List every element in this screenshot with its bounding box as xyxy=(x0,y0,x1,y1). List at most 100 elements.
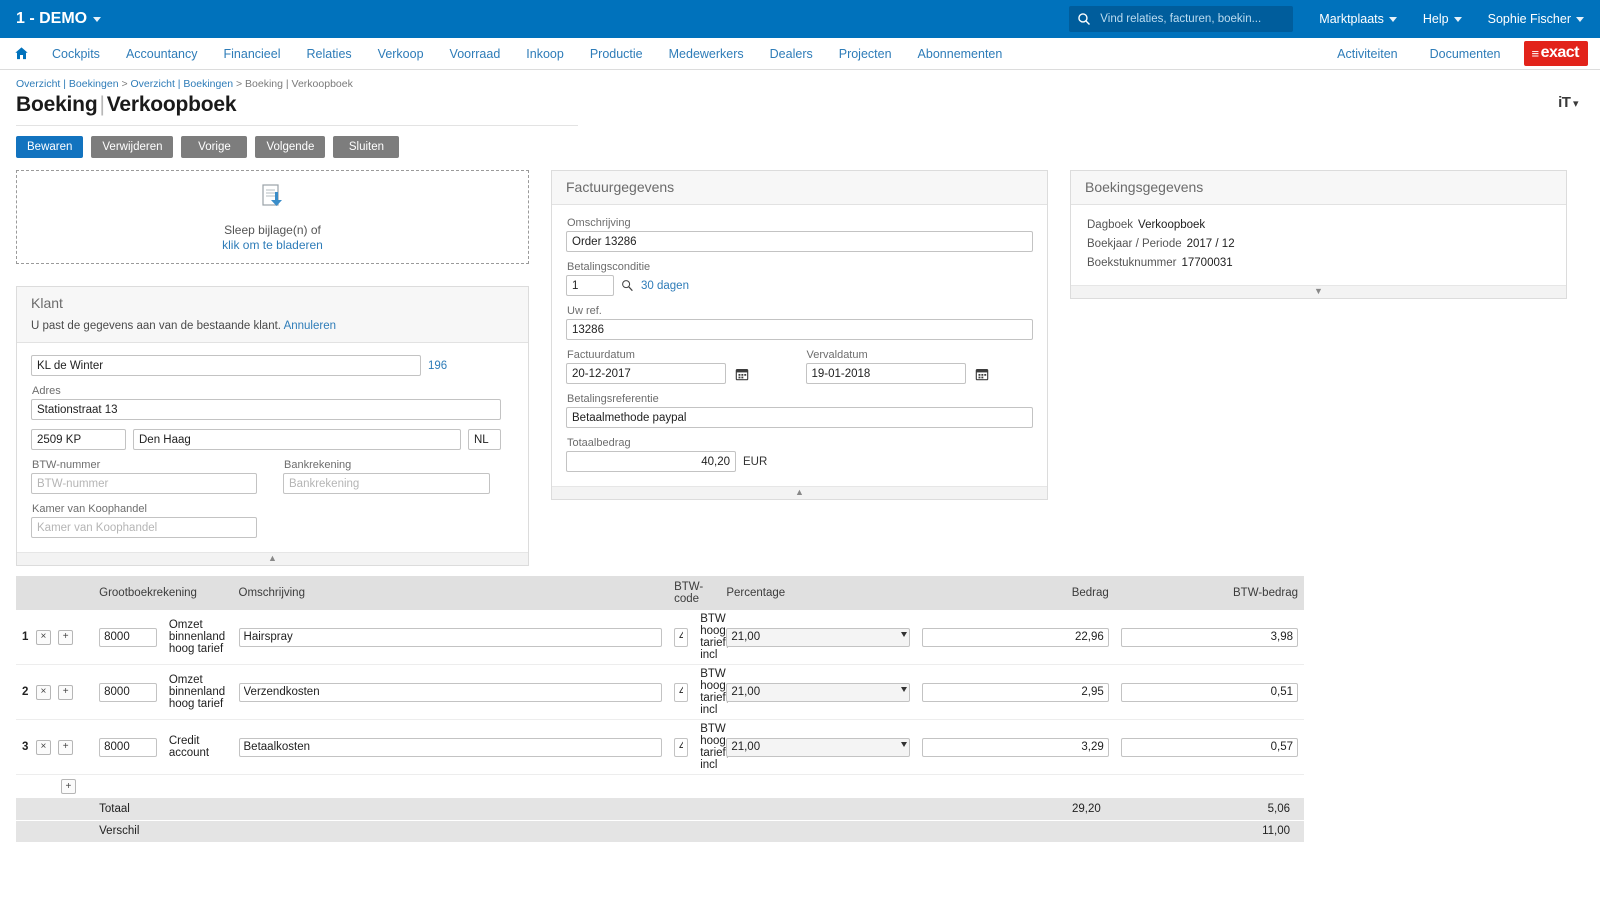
nav-item-documenten[interactable]: Documenten xyxy=(1414,38,1517,70)
totaalbedrag-input[interactable] xyxy=(566,451,736,472)
adres-input[interactable] xyxy=(31,399,501,420)
cell-grootboekrekening xyxy=(93,665,163,720)
nav-item-verkoop[interactable]: Verkoop xyxy=(365,38,437,70)
klant-account-number-link[interactable]: 196 xyxy=(428,360,447,372)
btw-code-input[interactable] xyxy=(674,738,688,757)
calendar-icon[interactable] xyxy=(973,367,989,381)
main-navigation-right: Activiteiten Documenten ≡ exact xyxy=(1321,38,1588,70)
uw-ref-input[interactable] xyxy=(566,319,1033,340)
add-row-row: + xyxy=(16,775,1304,799)
add-row-icon[interactable]: + xyxy=(58,740,73,755)
postcode-input[interactable] xyxy=(31,429,126,450)
vervaldatum-group: Vervaldatum xyxy=(806,349,1034,384)
factuurdatum-input[interactable] xyxy=(566,363,726,384)
global-search[interactable] xyxy=(1069,6,1293,32)
nav-item-dealers[interactable]: Dealers xyxy=(757,38,826,70)
cell-grootboekrekening xyxy=(93,720,163,775)
nav-item-relaties[interactable]: Relaties xyxy=(294,38,365,70)
exact-logo[interactable]: ≡ exact xyxy=(1524,41,1588,66)
nav-item-voorraad[interactable]: Voorraad xyxy=(437,38,514,70)
vervaldatum-row xyxy=(806,363,1034,384)
cell-omschrijving xyxy=(233,665,669,720)
breadcrumb-item-2[interactable]: Overzicht | Boekingen xyxy=(131,78,234,90)
betalingsreferentie-input[interactable] xyxy=(566,407,1033,428)
btw-bedrag-input[interactable] xyxy=(1121,628,1298,647)
cell-btw-bedrag xyxy=(1115,720,1304,775)
city-input[interactable] xyxy=(133,429,461,450)
bedrag-input[interactable] xyxy=(922,683,1109,702)
omschrijving-input[interactable] xyxy=(239,738,663,757)
factuurgegevens-panel-collapse-toggle[interactable]: ▲ xyxy=(552,486,1047,499)
nav-item-activiteiten[interactable]: Activiteiten xyxy=(1321,38,1413,70)
btw-code-input[interactable] xyxy=(674,628,688,647)
betalingsconditie-link[interactable]: 30 dagen xyxy=(641,280,689,292)
row-actions: × + xyxy=(36,610,93,665)
btw-nummer-input[interactable] xyxy=(31,473,257,494)
remove-row-icon[interactable]: × xyxy=(36,740,51,755)
user-menu[interactable]: Sophie Fischer xyxy=(1488,12,1584,26)
nav-item-financieel[interactable]: Financieel xyxy=(211,38,294,70)
country-input[interactable] xyxy=(468,429,501,450)
omschrijving-input[interactable] xyxy=(239,628,663,647)
omschrijving-input[interactable] xyxy=(239,683,663,702)
nav-item-projecten[interactable]: Projecten xyxy=(826,38,905,70)
boekingsgegevens-panel-title: Boekingsgegevens xyxy=(1071,171,1566,205)
help-menu[interactable]: Help xyxy=(1423,12,1462,26)
cell-bedrag xyxy=(916,720,1115,775)
save-button[interactable]: Bewaren xyxy=(16,136,83,158)
bedrag-input[interactable] xyxy=(922,628,1109,647)
kamer-van-koophandel-input[interactable] xyxy=(31,517,257,538)
previous-button[interactable]: Vorige xyxy=(181,136,247,158)
calendar-icon[interactable] xyxy=(733,367,749,381)
next-button[interactable]: Volgende xyxy=(255,136,325,158)
klant-cancel-link[interactable]: Annuleren xyxy=(284,320,336,332)
btw-code-input[interactable] xyxy=(674,683,688,702)
nav-item-medewerkers[interactable]: Medewerkers xyxy=(656,38,757,70)
btw-bedrag-input[interactable] xyxy=(1121,738,1298,757)
adres-label: Adres xyxy=(32,385,514,397)
nav-item-inkoop[interactable]: Inkoop xyxy=(513,38,577,70)
omschrijving-input[interactable] xyxy=(566,231,1033,252)
search-input[interactable] xyxy=(1098,12,1285,26)
btw-bedrag-input[interactable] xyxy=(1121,683,1298,702)
nav-item-cockpits[interactable]: Cockpits xyxy=(39,38,113,70)
add-row-icon[interactable]: + xyxy=(61,779,76,794)
close-button[interactable]: Sluiten xyxy=(333,136,399,158)
verschil-btw-bedrag: 11,00 xyxy=(1115,820,1304,842)
percentage-select[interactable]: 21,00 xyxy=(726,628,909,647)
it-settings-menu[interactable]: iT ▾ xyxy=(1558,94,1578,111)
totaal-label: Totaal xyxy=(93,798,916,820)
uw-ref-label: Uw ref. xyxy=(567,305,1033,317)
home-icon[interactable] xyxy=(10,46,39,61)
grootboekrekening-input[interactable] xyxy=(99,683,157,702)
add-row-icon[interactable]: + xyxy=(58,685,73,700)
company-selector[interactable]: 1 - DEMO xyxy=(16,10,101,28)
bankrekening-input[interactable] xyxy=(283,473,490,494)
grootboekrekening-input[interactable] xyxy=(99,738,157,757)
vervaldatum-input[interactable] xyxy=(806,363,966,384)
nav-item-accountancy[interactable]: Accountancy xyxy=(113,38,211,70)
klant-name-input[interactable] xyxy=(31,355,421,376)
grootboekrekening-input[interactable] xyxy=(99,628,157,647)
percentage-select[interactable]: 21,00 xyxy=(726,683,909,702)
breadcrumb-item-1[interactable]: Overzicht | Boekingen xyxy=(16,78,119,90)
add-row-icon[interactable]: + xyxy=(58,630,73,645)
row-number: 3 xyxy=(16,720,36,775)
klant-panel-title: Klant xyxy=(17,287,528,321)
klant-panel-collapse-toggle[interactable]: ▲ xyxy=(17,552,528,565)
remove-row-icon[interactable]: × xyxy=(36,685,51,700)
remove-row-icon[interactable]: × xyxy=(36,630,51,645)
dagboek-row: DagboekVerkoopboek xyxy=(1087,219,1552,231)
delete-button[interactable]: Verwijderen xyxy=(91,136,173,158)
betalingsconditie-input[interactable] xyxy=(566,275,614,296)
dropzone-browse-link[interactable]: klik om te bladeren xyxy=(222,238,323,252)
nav-item-productie[interactable]: Productie xyxy=(577,38,656,70)
add-row-spacer xyxy=(16,775,36,799)
magnifier-icon[interactable] xyxy=(621,279,634,292)
percentage-select[interactable]: 21,00 xyxy=(726,738,909,757)
nav-item-abonnementen[interactable]: Abonnementen xyxy=(905,38,1016,70)
attachment-dropzone[interactable]: Sleep bijlage(n) of klik om te bladeren xyxy=(16,170,529,264)
marktplaats-menu[interactable]: Marktplaats xyxy=(1319,12,1397,26)
boekingsgegevens-panel-collapse-toggle[interactable]: ▼ xyxy=(1071,285,1566,298)
bedrag-input[interactable] xyxy=(922,738,1109,757)
